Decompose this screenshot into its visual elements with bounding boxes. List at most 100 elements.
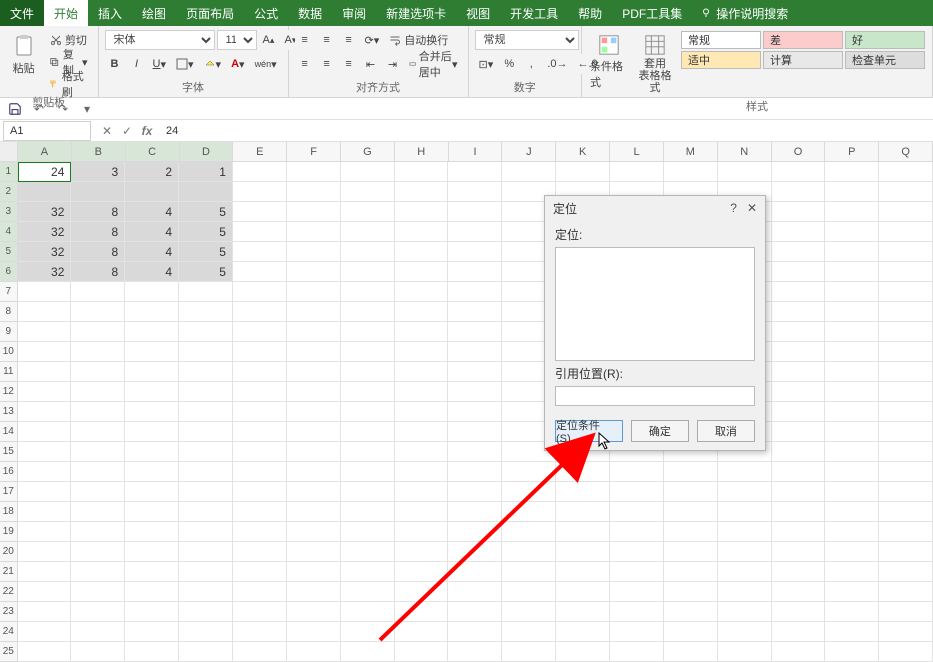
cell[interactable] [448, 262, 502, 282]
cell[interactable] [287, 422, 341, 442]
cell[interactable] [772, 382, 826, 402]
cell[interactable] [664, 462, 718, 482]
cell[interactable] [179, 582, 233, 602]
cell[interactable] [502, 542, 556, 562]
cell[interactable] [772, 302, 826, 322]
cell[interactable] [718, 162, 772, 182]
align-center-button[interactable]: ≡ [317, 54, 337, 74]
cell[interactable] [179, 282, 233, 302]
cell[interactable] [879, 622, 933, 642]
column-header[interactable]: N [718, 142, 772, 161]
cell[interactable] [179, 442, 233, 462]
cell[interactable] [664, 502, 718, 522]
cell[interactable] [125, 642, 179, 662]
wrap-text-button[interactable]: 自动换行 [385, 30, 452, 50]
cell[interactable] [233, 642, 287, 662]
cell[interactable] [825, 422, 879, 442]
menu-formula[interactable]: 公式 [244, 0, 288, 26]
cell[interactable] [18, 182, 72, 202]
cell[interactable] [879, 362, 933, 382]
enter-formula-button[interactable]: ✓ [118, 122, 136, 140]
cell[interactable] [718, 462, 772, 482]
cell[interactable]: 5 [179, 222, 233, 242]
cell[interactable] [287, 162, 341, 182]
cell[interactable] [341, 622, 395, 642]
cell[interactable] [772, 362, 826, 382]
cell[interactable] [879, 302, 933, 322]
menu-draw[interactable]: 绘图 [132, 0, 176, 26]
cell[interactable] [556, 482, 610, 502]
cell[interactable] [556, 562, 610, 582]
cell[interactable] [395, 302, 449, 322]
cell[interactable] [664, 622, 718, 642]
cell[interactable] [664, 642, 718, 662]
cell[interactable] [395, 622, 449, 642]
cell[interactable] [718, 482, 772, 502]
align-middle-button[interactable]: ≡ [317, 30, 337, 50]
cell[interactable] [125, 282, 179, 302]
cell[interactable] [825, 202, 879, 222]
cell[interactable] [179, 622, 233, 642]
cell[interactable] [179, 422, 233, 442]
cell[interactable] [610, 502, 664, 522]
row-header[interactable]: 5 [0, 242, 18, 262]
cell[interactable] [18, 342, 72, 362]
cell[interactable]: 4 [125, 202, 179, 222]
cell[interactable] [825, 342, 879, 362]
cell[interactable] [233, 322, 287, 342]
font-color-button[interactable]: A▾ [227, 54, 248, 74]
row-header[interactable]: 24 [0, 622, 18, 642]
menu-insert[interactable]: 插入 [88, 0, 132, 26]
cell[interactable] [71, 282, 125, 302]
row-header[interactable]: 4 [0, 222, 18, 242]
cell[interactable] [179, 402, 233, 422]
cell[interactable] [610, 622, 664, 642]
cell[interactable] [341, 342, 395, 362]
cell[interactable] [448, 242, 502, 262]
cell[interactable] [179, 602, 233, 622]
ok-button[interactable]: 确定 [631, 420, 689, 442]
increase-font-button[interactable]: A▴ [259, 30, 279, 50]
cell[interactable]: 32 [18, 202, 72, 222]
cell[interactable] [179, 542, 233, 562]
cell[interactable] [125, 482, 179, 502]
cell[interactable] [179, 462, 233, 482]
cell[interactable] [879, 582, 933, 602]
font-name-select[interactable]: 宋体 [105, 30, 215, 50]
cell[interactable] [287, 362, 341, 382]
fill-color-button[interactable]: ▾ [200, 54, 226, 74]
cell[interactable] [18, 362, 72, 382]
cell[interactable] [772, 262, 826, 282]
cell[interactable] [610, 542, 664, 562]
qat-customize-button[interactable]: ▾ [78, 100, 96, 118]
cell[interactable] [233, 482, 287, 502]
cell[interactable] [610, 482, 664, 502]
cell[interactable] [233, 382, 287, 402]
row-header[interactable]: 1 [0, 162, 18, 182]
column-header[interactable]: M [664, 142, 718, 161]
cell[interactable] [879, 322, 933, 342]
cell[interactable] [448, 422, 502, 442]
undo-button[interactable]: ↶ [30, 100, 48, 118]
bold-button[interactable]: B [105, 54, 125, 74]
cell[interactable] [179, 382, 233, 402]
cell[interactable] [71, 442, 125, 462]
cell[interactable] [879, 402, 933, 422]
cell[interactable]: 5 [179, 242, 233, 262]
cell[interactable] [879, 522, 933, 542]
cell[interactable] [125, 322, 179, 342]
cell[interactable] [825, 522, 879, 542]
cell[interactable]: 5 [179, 202, 233, 222]
cell[interactable] [341, 642, 395, 662]
cell[interactable] [825, 502, 879, 522]
cell[interactable]: 8 [71, 222, 125, 242]
indent-decrease-button[interactable]: ⇤ [361, 54, 381, 74]
cell[interactable] [448, 502, 502, 522]
cell[interactable] [772, 502, 826, 522]
cell[interactable] [18, 442, 72, 462]
cell[interactable] [879, 242, 933, 262]
cell[interactable] [879, 462, 933, 482]
cell[interactable]: 8 [71, 202, 125, 222]
cell[interactable] [125, 382, 179, 402]
cell[interactable] [341, 522, 395, 542]
